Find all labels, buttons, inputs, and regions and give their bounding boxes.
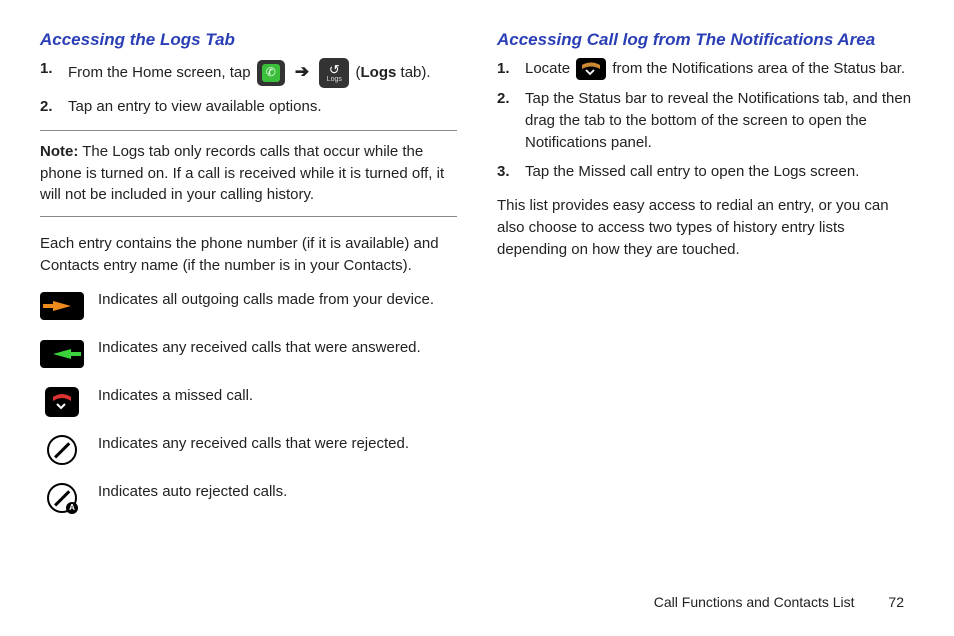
logs-glyph-icon: ↺ [329,63,340,76]
step-number: 1. [40,58,53,80]
step-number: 2. [497,88,510,110]
auto-badge-icon: A [66,502,78,514]
step-text-pre: From the Home screen, tap [68,64,255,81]
left-steps-list: 1. From the Home screen, tap ✆ ➔ ↺ Logs … [40,58,457,118]
legend-text: Indicates all outgoing calls made from y… [98,291,434,308]
page-columns: Accessing the Logs Tab 1. From the Home … [40,30,914,531]
heading-notifications: Accessing Call log from The Notification… [497,30,914,50]
legend-text: Indicates any received calls that were a… [98,339,421,356]
legend-row-received: Indicates any received calls that were a… [40,339,457,369]
left-step-1: 1. From the Home screen, tap ✆ ➔ ↺ Logs … [68,58,457,88]
right-step-1: 1. Locate from the Notifications area of… [525,58,914,80]
step-text: Tap the Missed call entry to open the Lo… [525,163,859,180]
step-text-bold: Logs [361,64,397,81]
left-column: Accessing the Logs Tab 1. From the Home … [40,30,457,531]
step-number: 2. [40,96,53,118]
legend-text: Indicates any received calls that were r… [98,435,409,452]
entry-description: Each entry contains the phone number (if… [40,233,457,277]
legend-row-rejected: Indicates any received calls that were r… [40,435,457,465]
legend-row-outgoing: Indicates all outgoing calls made from y… [40,291,457,321]
auto-rejected-call-icon: A [40,483,84,513]
legend-row-auto-rejected: A Indicates auto rejected calls. [40,483,457,513]
right-column: Accessing Call log from The Notification… [497,30,914,531]
right-paragraph: This list provides easy access to redial… [497,195,914,260]
step-number: 1. [497,58,510,80]
step-number: 3. [497,161,510,183]
right-step-3: 3. Tap the Missed call entry to open the… [525,161,914,183]
legend-text: Indicates a missed call. [98,387,253,404]
rejected-call-icon [40,435,84,465]
right-steps-list: 1. Locate from the Notifications area of… [497,58,914,183]
logs-label: Logs [327,76,342,83]
left-step-2: 2. Tap an entry to view available option… [68,96,457,118]
missed-call-status-icon [576,58,606,80]
phone-handset-icon: ✆ [262,64,280,82]
page-footer: Call Functions and Contacts List 72 [654,594,904,610]
logs-tab-icon: ↺ Logs [319,58,349,88]
note-label: Note: [40,143,78,160]
outgoing-call-icon [40,291,84,321]
note-box: Note: The Logs tab only records calls th… [40,130,457,217]
step-text: Tap an entry to view available options. [68,98,321,115]
step-text: Tap the Status bar to reveal the Notific… [525,90,911,151]
phone-app-icon: ✆ [257,60,285,86]
step-text-post: from the Notifications area of the Statu… [612,60,905,77]
legend-text: Indicates auto rejected calls. [98,483,287,500]
heading-logs-tab: Accessing the Logs Tab [40,30,457,50]
footer-page-number: 72 [888,594,904,610]
arrow-separator-icon: ➔ [295,62,309,81]
step-text-close: tab). [396,64,430,81]
missed-call-icon [40,387,84,417]
received-call-icon [40,339,84,369]
legend-row-missed: Indicates a missed call. [40,387,457,417]
footer-section: Call Functions and Contacts List [654,594,855,610]
note-text: The Logs tab only records calls that occ… [40,143,444,204]
step-text-pre: Locate [525,60,574,77]
right-step-2: 2. Tap the Status bar to reveal the Noti… [525,88,914,153]
